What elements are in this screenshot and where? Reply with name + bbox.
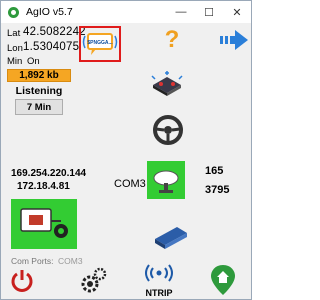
maximize-button[interactable]: ☐ <box>195 1 223 23</box>
modules-button[interactable] <box>149 67 185 103</box>
radio-modem-icon <box>155 227 187 249</box>
listening-status: Listening <box>15 85 63 97</box>
minimize-button[interactable]: — <box>167 1 195 23</box>
ip-address-1: 169.254.220.144 <box>11 168 87 179</box>
interval-button[interactable]: 7 Min <box>15 99 63 115</box>
gears-icon <box>81 267 107 293</box>
gps-value-2: 3795 <box>205 184 230 196</box>
lon-value: 1.5304075 <box>23 41 80 53</box>
ethernet-button[interactable] <box>11 199 77 249</box>
power-icon <box>11 270 33 292</box>
lon-label: Lon <box>7 43 23 54</box>
map-pin-icon <box>211 265 235 295</box>
lat-value: 42.5082242 <box>23 26 86 38</box>
ip-address-2: 172.18.4.81 <box>17 181 70 192</box>
gps-port-label: COM3 <box>114 178 146 190</box>
app-icon <box>8 6 19 18</box>
map-location-button[interactable] <box>207 263 239 297</box>
power-button[interactable] <box>9 267 35 293</box>
nmea-icon: $PNGGA... <box>82 33 118 55</box>
ntrip-label: NTRIP <box>145 288 173 298</box>
main-panel: Lat 42.5082242 Lon 1.5304075 Min On $PNG… <box>1 23 251 299</box>
lat-label: Lat <box>7 28 21 39</box>
data-rate-badge: 1,892 kb <box>7 69 71 82</box>
com-ports-label: Com Ports: <box>11 256 54 266</box>
gps-button[interactable] <box>147 161 185 199</box>
min-flag: Min <box>7 56 23 67</box>
close-button[interactable]: ✕ <box>223 1 251 23</box>
window-title: AgIO v5.7 <box>26 6 73 18</box>
steer-button[interactable] <box>151 113 185 147</box>
question-mark-icon: ? <box>164 26 180 53</box>
arrow-right-icon <box>220 30 248 50</box>
title-bar[interactable]: AgIO v5.7 — ☐ ✕ <box>1 1 251 23</box>
radio-button[interactable] <box>151 219 189 251</box>
nmea-icon-text: $PNGGA... <box>87 40 113 46</box>
ethernet-icon <box>20 208 68 238</box>
steering-wheel-icon <box>153 115 183 145</box>
on-flag: On <box>27 56 40 67</box>
circuit-board-icon <box>151 71 183 96</box>
app-window: AgIO v5.7 — ☐ ✕ Lat 42.5082242 Lon 1.530… <box>0 0 252 300</box>
ntrip-button[interactable]: NTRIP <box>141 263 177 298</box>
ntrip-antenna-icon <box>145 264 173 282</box>
settings-button[interactable] <box>79 266 107 296</box>
gps-value-1: 165 <box>205 165 224 177</box>
forward-arrow-button[interactable] <box>219 29 249 51</box>
help-button[interactable]: ? <box>161 25 183 55</box>
gps-antenna-icon <box>153 170 179 193</box>
com-ports-value: COM3 <box>58 256 83 266</box>
nmea-button[interactable]: $PNGGA... <box>79 26 121 62</box>
